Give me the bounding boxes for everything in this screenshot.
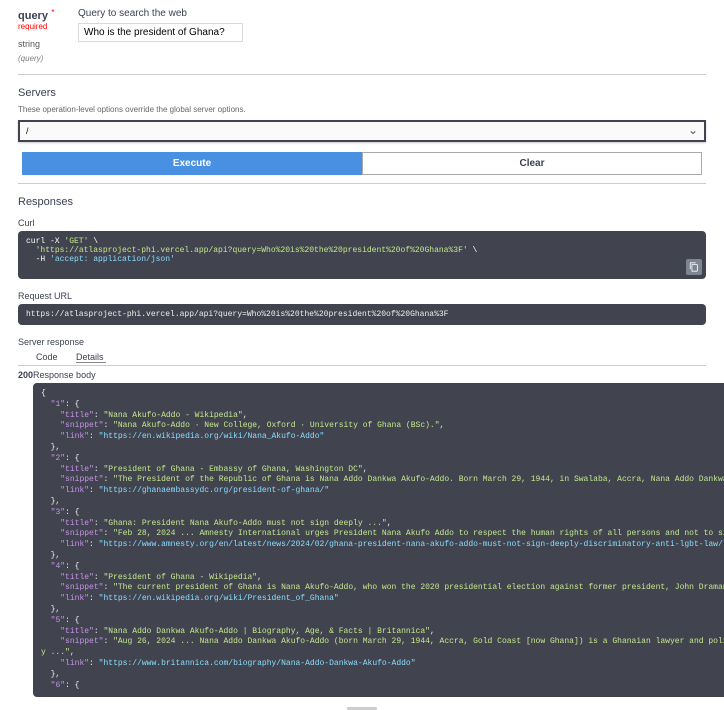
parameter-name-column: query * required string (query) [18,8,78,64]
code-column-header: Code [36,352,76,363]
request-url-label: Request URL [0,285,724,304]
servers-heading: Servers [0,77,724,103]
parameter-type: string [18,39,40,49]
parameter-description: Query to search the web [78,8,706,19]
response-body-label: Response body [33,370,724,380]
execute-button[interactable]: Execute [22,152,362,175]
server-select-wrap: / [0,120,724,142]
parameter-row: query * required string (query) Query to… [0,0,724,72]
parameter-in: (query) [18,54,43,63]
parameter-name: query [18,10,48,22]
parameter-desc-column: Query to search the web [78,8,706,42]
details-column-header: Details [76,352,106,363]
server-response-label: Server response [0,331,724,350]
curl-text: curl -X 'GET' \ 'https://atlasproject-ph… [26,237,477,264]
query-input[interactable] [78,23,243,42]
server-select[interactable]: / [18,120,706,142]
divider [18,74,706,75]
request-url-block: https://atlasproject-phi.vercel.app/api?… [18,304,706,325]
clear-button[interactable]: Clear [362,152,702,175]
request-url-text: https://atlasproject-phi.vercel.app/api?… [26,310,448,319]
response-table-header: Code Details [18,350,706,366]
status-detail: Response body { "1": { "title": "Nana Ak… [33,370,724,697]
copy-icon[interactable] [686,259,702,275]
response-body: { "1": { "title": "Nana Akufo-Addo - Wik… [33,383,724,697]
action-buttons: Execute Clear [22,152,702,175]
responses-heading: Responses [0,186,724,212]
status-code: 200 [18,370,33,380]
servers-note: These operation-level options override t… [0,103,724,120]
curl-block: curl -X 'GET' \ 'https://atlasproject-ph… [18,231,706,279]
response-row: 200 Response body { "1": { "title": "Nan… [0,366,724,701]
curl-label: Curl [0,212,724,231]
divider [18,183,706,184]
